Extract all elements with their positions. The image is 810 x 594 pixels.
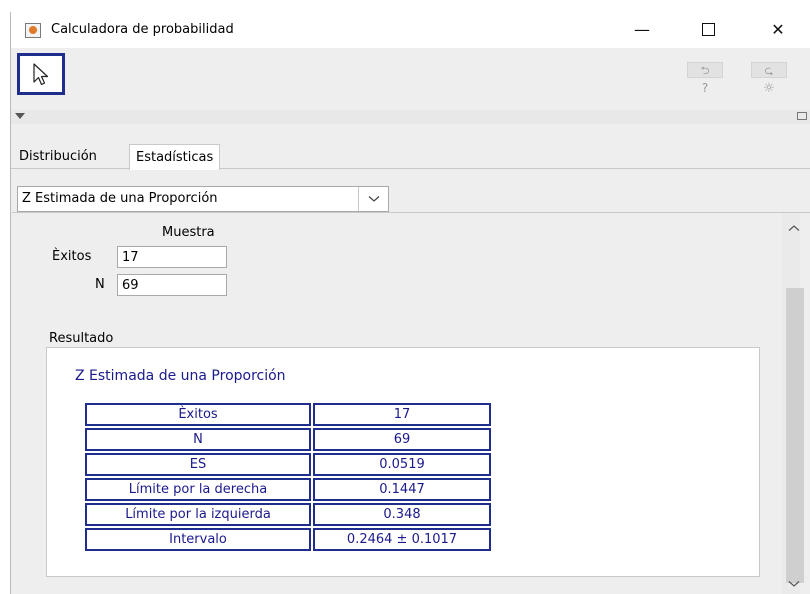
- statistic-type-selected: Z Estimada de una Proporción: [22, 191, 218, 206]
- table-row: Límite por la derecha 0.1447: [85, 478, 491, 501]
- result-label-cell: N: [85, 428, 311, 451]
- table-row: Èxitos 17: [85, 403, 491, 426]
- app-icon: [25, 23, 41, 38]
- restore-panel-icon[interactable]: [797, 112, 807, 120]
- title-bar: Calculadora de probabilidad — ✕: [11, 12, 810, 48]
- help-button[interactable]: ?: [687, 81, 723, 97]
- undo-button[interactable]: ⮌: [687, 62, 723, 78]
- result-label-cell: Intervalo: [85, 528, 311, 551]
- result-label-cell: ES: [85, 453, 311, 476]
- dropdown-toggle[interactable]: [358, 187, 389, 211]
- tab-estadisticas[interactable]: Estadísticas: [129, 144, 221, 170]
- table-row: Límite por la izquierda 0.348: [85, 503, 491, 526]
- pointer-arrow-icon: [33, 63, 49, 86]
- result-section-label: Resultado: [49, 331, 114, 346]
- settings-button[interactable]: ☼: [751, 81, 787, 97]
- scroll-down-icon[interactable]: [788, 577, 800, 591]
- result-value-cell: 69: [313, 428, 491, 451]
- successes-label: Èxitos: [52, 249, 92, 264]
- statistic-type-select[interactable]: Z Estimada de una Proporción: [17, 186, 389, 212]
- scroll-up-icon[interactable]: [788, 221, 800, 235]
- result-value-cell: 0.1447: [313, 478, 491, 501]
- tab-bar: Distribución Estadísticas: [11, 124, 810, 170]
- collapse-arrow-icon[interactable]: [15, 113, 25, 119]
- close-button[interactable]: ✕: [755, 12, 801, 48]
- result-label-cell: Èxitos: [85, 403, 311, 426]
- result-label-cell: Límite por la izquierda: [85, 503, 311, 526]
- maximize-button[interactable]: [685, 12, 731, 48]
- statistics-content: Muestra Èxitos N Resultado Z Estimada de…: [12, 212, 810, 594]
- result-value-cell: 0.0519: [313, 453, 491, 476]
- result-label-cell: Límite por la derecha: [85, 478, 311, 501]
- table-row: N 69: [85, 428, 491, 451]
- maximize-icon: [701, 22, 715, 36]
- result-value-cell: 0.2464 ± 0.1017: [313, 528, 491, 551]
- result-value-cell: 17: [313, 403, 491, 426]
- minimize-button[interactable]: —: [619, 12, 665, 48]
- window-title: Calculadora de probabilidad: [51, 22, 234, 37]
- chevron-down-icon: [368, 196, 380, 202]
- result-value-cell: 0.348: [313, 503, 491, 526]
- pointer-tool-button[interactable]: [17, 53, 65, 95]
- result-panel: Z Estimada de una Proporción Èxitos 17 N…: [46, 347, 760, 577]
- result-title: Z Estimada de una Proporción: [75, 368, 286, 384]
- scrollbar-thumb[interactable]: [786, 288, 804, 583]
- n-label: N: [95, 277, 105, 292]
- background-strip: [10, 0, 810, 12]
- successes-input[interactable]: [117, 246, 227, 268]
- n-input[interactable]: [117, 274, 227, 296]
- toolbar: ⮌ ⮎ ? ☼: [11, 48, 810, 110]
- tab-distribucion[interactable]: Distribución: [13, 144, 103, 169]
- sample-section-label: Muestra: [162, 225, 215, 240]
- probability-calculator-window: Calculadora de probabilidad — ✕ ⮌ ⮎ ? ☼ …: [10, 12, 810, 594]
- redo-button[interactable]: ⮎: [751, 62, 787, 78]
- table-row: Intervalo 0.2464 ± 0.1017: [85, 528, 491, 551]
- collapse-bar[interactable]: [11, 110, 810, 124]
- table-row: ES 0.0519: [85, 453, 491, 476]
- result-table: Èxitos 17 N 69 ES 0.0519 Límite por la d…: [83, 401, 493, 553]
